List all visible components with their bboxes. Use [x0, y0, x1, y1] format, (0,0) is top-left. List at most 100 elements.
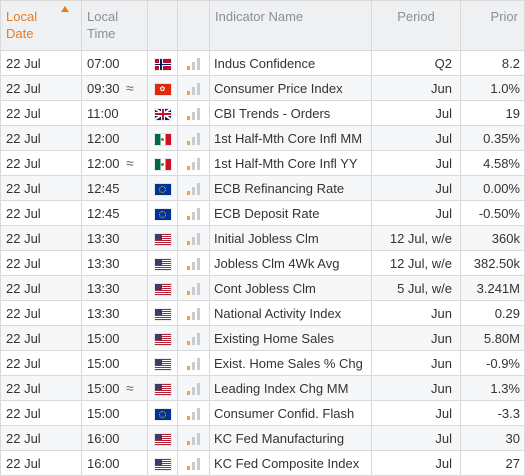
- row-date: 22 Jul: [0, 50, 82, 76]
- row-prior: 27: [460, 450, 525, 476]
- us-flag-icon: [154, 458, 171, 470]
- row-indicator-name[interactable]: 1st Half-Mth Core Infl YY: [209, 150, 372, 176]
- row-time-cell: 12:45: [81, 175, 148, 201]
- signal-bars-icon: [186, 358, 201, 371]
- row-time: 13:30: [87, 305, 120, 321]
- row-period: 12 Jul, w/e: [371, 225, 461, 251]
- row-indicator-name[interactable]: Cont Jobless Clm: [209, 275, 372, 301]
- row-importance: [177, 200, 210, 226]
- row-importance: [177, 350, 210, 376]
- signal-bars-icon: [186, 283, 201, 296]
- row-indicator-name[interactable]: Consumer Confid. Flash: [209, 400, 372, 426]
- row-indicator-name[interactable]: Exist. Home Sales % Chg: [209, 350, 372, 376]
- us-flag-icon: [154, 383, 171, 395]
- row-date: 22 Jul: [0, 175, 82, 201]
- row-date: 22 Jul: [0, 300, 82, 326]
- signal-bars-icon: [186, 258, 201, 271]
- row-period: Jul: [371, 400, 461, 426]
- row-importance: [177, 150, 210, 176]
- row-importance: [177, 75, 210, 101]
- row-indicator-name[interactable]: National Activity Index: [209, 300, 372, 326]
- us-flag-icon: [154, 358, 171, 370]
- row-date: 22 Jul: [0, 400, 82, 426]
- table-row[interactable]: 22 Jul 13:30 Cont Jobless Clm 5 Jul, w/e 3.2…: [0, 275, 525, 301]
- row-time-cell: 12:45: [81, 200, 148, 226]
- table-row[interactable]: 22 Jul 12:45 ECB Deposit Rate Jul -0.50%: [0, 200, 525, 226]
- row-time: 12:45: [87, 205, 120, 221]
- table-row[interactable]: 22 Jul 16:00 KC Fed Manufacturing Jul 30: [0, 425, 525, 451]
- us-flag-icon: [154, 283, 171, 295]
- row-prior: 1.3%: [460, 375, 525, 401]
- eu-flag-icon: [154, 183, 171, 195]
- row-period: Jul: [371, 425, 461, 451]
- row-importance: [177, 175, 210, 201]
- table-row[interactable]: 22 Jul 12:00 ≈1st Half-Mth Core Infl YY Jul…: [0, 150, 525, 176]
- row-country: ✿: [147, 75, 178, 101]
- table-row[interactable]: 22 Jul 15:00 Existing Home Sales Jun 5.80M: [0, 325, 525, 351]
- column-header-period[interactable]: Period: [371, 0, 461, 51]
- us-flag-icon: [154, 258, 171, 270]
- row-time-cell: 11:00: [81, 100, 148, 126]
- column-header-prior[interactable]: Prior: [460, 0, 525, 51]
- table-row[interactable]: 22 Jul 13:30 National Activity Index Jun 0.2…: [0, 300, 525, 326]
- table-row[interactable]: 22 Jul 13:30 Jobless Clm 4Wk Avg 12 Jul, w/…: [0, 250, 525, 276]
- table-row[interactable]: 22 Jul 12:00 1st Half-Mth Core Infl MM Jul 0…: [0, 125, 525, 151]
- row-indicator-name[interactable]: Initial Jobless Clm: [209, 225, 372, 251]
- row-time: 07:00: [87, 55, 120, 71]
- row-date: 22 Jul: [0, 325, 82, 351]
- row-indicator-name[interactable]: Leading Index Chg MM: [209, 375, 372, 401]
- row-indicator-name[interactable]: ECB Refinancing Rate: [209, 175, 372, 201]
- row-country: [147, 425, 178, 451]
- row-time-cell: 13:30: [81, 250, 148, 276]
- row-indicator-name[interactable]: Indus Confidence: [209, 50, 372, 76]
- row-date: 22 Jul: [0, 200, 82, 226]
- signal-bars-icon: [186, 433, 201, 446]
- column-header-local-time[interactable]: Local Time: [81, 0, 148, 51]
- row-time: 12:00: [87, 130, 120, 146]
- table-row[interactable]: 22 Jul 09:30 ≈ ✿ Consumer Price Index Jun 1.0%: [0, 75, 525, 101]
- row-indicator-name[interactable]: Consumer Price Index: [209, 75, 372, 101]
- us-flag-icon: [154, 333, 171, 345]
- table-row[interactable]: 22 Jul 15:00 Exist. Home Sales % Chg Jun -0.…: [0, 350, 525, 376]
- row-prior: 30: [460, 425, 525, 451]
- row-indicator-name[interactable]: 1st Half-Mth Core Infl MM: [209, 125, 372, 151]
- table-row[interactable]: 22 Jul 15:00 ≈ Leading Index Chg MM Jun 1.3%: [0, 375, 525, 401]
- row-indicator-name[interactable]: CBI Trends - Orders: [209, 100, 372, 126]
- signal-bars-icon: [186, 458, 201, 471]
- eu-flag-icon: [154, 408, 171, 420]
- row-period: Jul: [371, 175, 461, 201]
- row-country: [147, 175, 178, 201]
- row-prior: 3.241M: [460, 275, 525, 301]
- row-time-cell: 13:30: [81, 300, 148, 326]
- row-time: 11:00: [87, 105, 119, 121]
- column-header-local-date[interactable]: Local Date: [0, 0, 82, 51]
- table-row[interactable]: 22 Jul 15:00 Consumer Confid. Flash Jul -3.3: [0, 400, 525, 426]
- column-header-indicator-label: Indicator Name: [215, 9, 304, 24]
- row-importance: [177, 225, 210, 251]
- hong-kong-flag-icon: ✿: [154, 83, 171, 95]
- row-time-cell: 15:00: [81, 350, 148, 376]
- row-indicator-name[interactable]: KC Fed Manufacturing: [209, 425, 372, 451]
- row-period: Jul: [371, 100, 461, 126]
- column-header-indicator[interactable]: Indicator Name: [209, 0, 372, 51]
- table-row[interactable]: 22 Jul 07:00 Indus Confidence Q2 8.2: [0, 50, 525, 76]
- table-row[interactable]: 22 Jul 12:45 ECB Refinancing Rate Jul 0.00%: [0, 175, 525, 201]
- row-time-cell: 12:00: [81, 125, 148, 151]
- table-row[interactable]: 22 Jul 13:30 Initial Jobless Clm 12 Jul, w/…: [0, 225, 525, 251]
- row-period: 12 Jul, w/e: [371, 250, 461, 276]
- row-period: Jun: [371, 75, 461, 101]
- row-indicator-name[interactable]: Jobless Clm 4Wk Avg: [209, 250, 372, 276]
- table-row[interactable]: 22 Jul 11:00 CBI Trends - Orders Jul 19: [0, 100, 525, 126]
- row-importance: [177, 275, 210, 301]
- row-country: [147, 325, 178, 351]
- row-time: 13:30: [87, 230, 120, 246]
- row-indicator-name[interactable]: Existing Home Sales: [209, 325, 372, 351]
- row-country: [147, 300, 178, 326]
- row-prior: 8.2: [460, 50, 525, 76]
- row-indicator-name[interactable]: KC Fed Composite Index: [209, 450, 372, 476]
- uk-flag-icon: [154, 108, 171, 120]
- row-period: Jun: [371, 375, 461, 401]
- table-row[interactable]: 22 Jul 16:00 KC Fed Composite Index Jul 27: [0, 450, 525, 476]
- row-period: Jun: [371, 325, 461, 351]
- row-indicator-name[interactable]: ECB Deposit Rate: [209, 200, 372, 226]
